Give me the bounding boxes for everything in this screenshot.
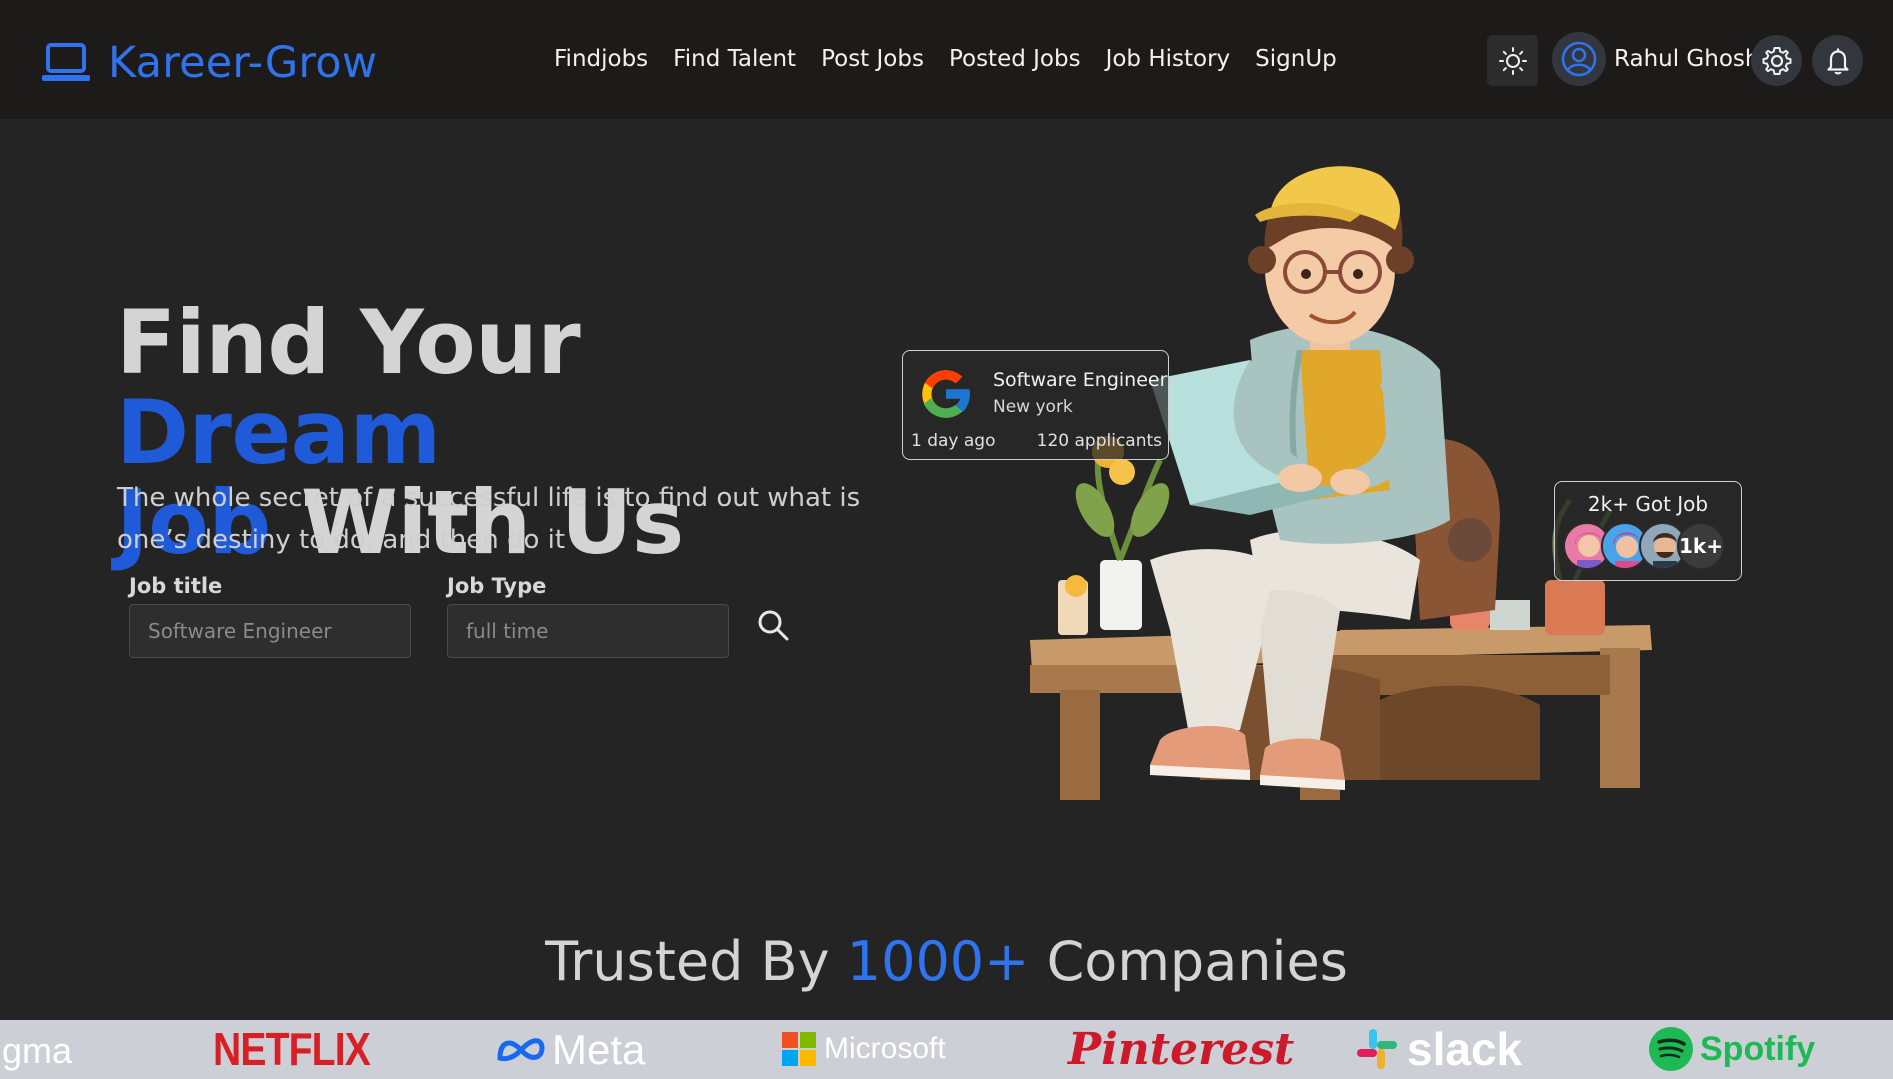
trusted-suffix: Companies [1029,930,1348,993]
company-spotify-logo: Spotify [1648,1026,1815,1072]
user-name: Rahul Ghosh [1614,46,1760,72]
company-logo-strip: gma NETFLIX Meta Microsoft Pinterest sla… [0,1020,1893,1079]
nav-posted-jobs[interactable]: Posted Jobs [949,46,1081,72]
avatar-group: 1k+ [1563,522,1725,570]
got-job-card: 2k+ Got Job 1k+ [1554,481,1742,581]
main-nav: Findjobs Find Talent Post Jobs Posted Jo… [554,46,1337,72]
job-type-input[interactable] [447,604,729,658]
spotify-wordmark: Spotify [1700,1029,1816,1068]
job-card-posted: 1 day ago [911,431,996,451]
company-slack-logo: slack [1355,1022,1522,1076]
trusted-heading: Trusted By 1000+ Companies [0,930,1893,993]
nav-job-history[interactable]: Job History [1106,46,1231,72]
gear-icon [1762,46,1791,75]
company-netflix-logo: NETFLIX [213,1023,371,1075]
trusted-count: 1000+ [846,930,1030,993]
got-job-count: 1k+ [1677,522,1725,570]
avatar [1552,32,1606,86]
job-card-title: Software Engineer [993,369,1168,391]
meta-infinity-icon [497,1038,545,1062]
microsoft-wordmark: Microsoft [824,1032,946,1065]
featured-job-card[interactable]: Software Engineer New york 1 day ago 120… [902,350,1169,460]
hero-subtitle: The whole secret of a successful life is… [117,483,861,555]
nav-findjobs[interactable]: Findjobs [554,46,648,72]
microsoft-squares-icon [782,1032,816,1066]
user-profile-button[interactable]: Rahul Ghosh [1552,32,1759,86]
nav-signup[interactable]: SignUp [1255,46,1337,72]
trusted-prefix: Trusted By [545,930,847,993]
brand-logo[interactable]: Kareer-Grow [40,38,377,88]
job-card-applicants: 120 applicants [1036,431,1162,451]
company-figma-logo: gma [2,1030,73,1071]
meta-wordmark: Meta [552,1026,646,1073]
headline-highlight-dream: Dream [116,381,441,484]
job-card-location: New york [993,397,1073,417]
bell-icon [1826,48,1849,74]
slack-wordmark: slack [1407,1023,1523,1075]
job-title-input[interactable] [129,604,411,658]
headline-part1: Find Your [116,291,581,394]
company-meta-logo: Meta [496,1026,645,1074]
job-title-label: Job title [129,574,223,598]
search-button[interactable] [755,607,791,643]
theme-toggle-button[interactable] [1487,35,1538,86]
got-job-title: 2k+ Got Job [1587,492,1709,516]
company-microsoft-logo: Microsoft [782,1032,946,1066]
company-pinterest-logo: Pinterest [1068,1024,1295,1075]
user-circle-icon [1561,41,1597,77]
nav-post-jobs[interactable]: Post Jobs [821,46,924,72]
sun-icon [1498,46,1527,75]
spotify-icon [1649,1027,1693,1071]
brand-name: Kareer-Grow [108,38,378,88]
job-type-label: Job Type [447,574,547,598]
developer-illustration [1030,166,1652,800]
laptop-icon [42,43,90,81]
settings-button[interactable] [1751,35,1802,86]
google-logo [922,370,972,418]
top-navbar: Kareer-Grow Findjobs Find Talent Post Jo… [0,0,1893,119]
slack-hash-icon [1357,1029,1397,1069]
notifications-button[interactable] [1812,35,1863,86]
search-icon [758,610,789,641]
nav-find-talent[interactable]: Find Talent [673,46,796,72]
